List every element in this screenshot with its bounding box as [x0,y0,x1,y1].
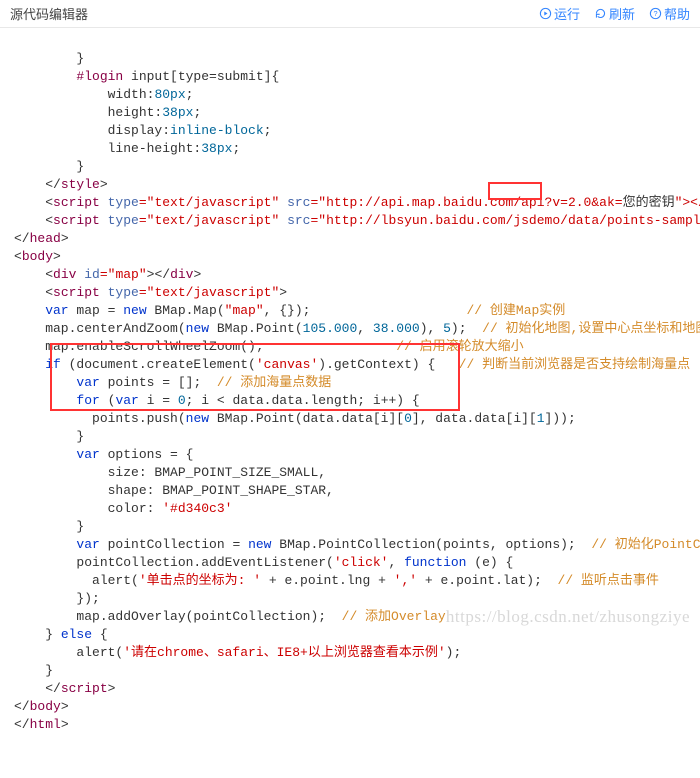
play-icon [539,7,552,20]
help-label: 帮助 [664,4,690,23]
editor-title: 源代码编辑器 [10,4,539,23]
code-editor[interactable]: } #login input[type=submit]{ width:80px;… [0,28,700,778]
refresh-button[interactable]: 刷新 [594,4,635,23]
refresh-label: 刷新 [609,4,635,23]
run-label: 运行 [554,4,580,23]
api-key-placeholder: 您的密钥 [623,195,675,210]
refresh-icon [594,7,607,20]
svg-text:?: ? [653,9,657,18]
run-button[interactable]: 运行 [539,4,580,23]
help-icon: ? [649,7,662,20]
toolbar: 源代码编辑器 运行 刷新 ? 帮助 [0,0,700,28]
help-button[interactable]: ? 帮助 [649,4,690,23]
